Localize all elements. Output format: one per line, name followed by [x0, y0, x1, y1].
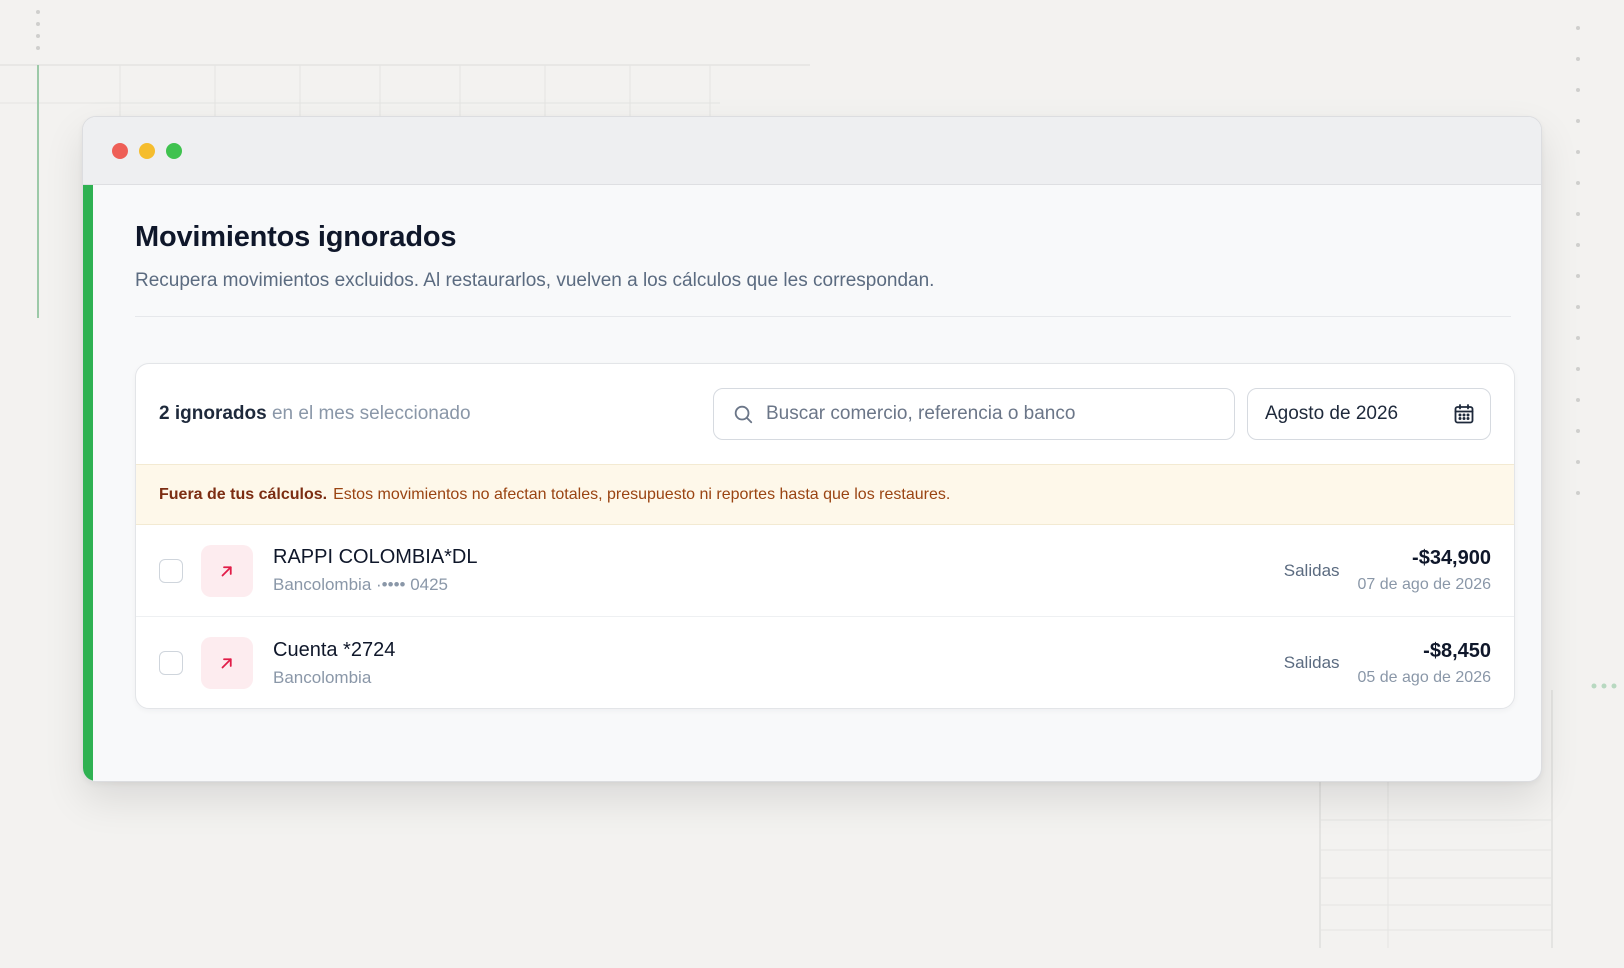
transaction-row[interactable]: Cuenta *2724 Bancolombia Salidas -$8,450…	[136, 617, 1514, 708]
app-window: Movimientos ignorados Recupera movimient…	[82, 116, 1542, 782]
ignored-count-value: 2 ignorados	[159, 403, 267, 424]
exclusion-notice: Fuera de tus cálculos. Estos movimientos…	[136, 464, 1514, 525]
account-label: Bancolombia	[273, 667, 372, 687]
transaction-amount: -$8,450	[1423, 639, 1491, 662]
page-title: Movimientos ignorados	[135, 221, 457, 253]
amount-info: -$8,450 05 de ago de 2026	[1358, 640, 1491, 687]
close-window-button[interactable]	[112, 142, 128, 159]
account-label: Bancolombia ·•••• 0425	[273, 575, 449, 594]
merchant-info: RAPPI COLOMBIA*DL Bancolombia ·•••• 0425	[273, 546, 478, 595]
row-checkbox[interactable]	[159, 651, 183, 675]
expense-icon-badge	[201, 544, 253, 597]
transaction-amount: -$34,900	[1412, 547, 1491, 569]
minimize-window-button[interactable]	[139, 142, 155, 159]
merchant-info: Cuenta *2724 Bancolombia	[273, 639, 395, 688]
divider	[135, 316, 1511, 317]
arrow-up-right-icon	[221, 565, 232, 576]
transaction-row[interactable]: RAPPI COLOMBIA*DL Bancolombia ·•••• 0425…	[136, 525, 1514, 617]
notice-title: Fuera de tus cálculos.	[159, 485, 328, 503]
search-input[interactable]: Buscar comercio, referencia o banco	[713, 388, 1235, 440]
card-header: 2 ignorados en el mes seleccionado Busca…	[136, 364, 1514, 464]
transaction-type: Salidas	[1283, 560, 1340, 580]
transaction-date: 07 de ago de 2026	[1357, 576, 1491, 593]
arrow-up-right-icon	[221, 658, 232, 669]
ignored-count-suffix: en el mes seleccionado	[271, 403, 471, 424]
month-picker-value: Agosto de 2026	[1265, 403, 1399, 424]
ignored-transactions-card: 2 ignorados en el mes seleccionado Busca…	[135, 363, 1515, 709]
accent-bar	[83, 185, 93, 781]
expense-icon-badge	[201, 637, 253, 689]
ignored-count: 2 ignorados en el mes seleccionado	[159, 403, 471, 425]
merchant-name: Cuenta *2724	[273, 638, 396, 661]
page-subtitle: Recupera movimientos excluidos. Al resta…	[135, 270, 935, 291]
transaction-type: Salidas	[1283, 653, 1340, 672]
merchant-name: RAPPI COLOMBIA*DL	[273, 546, 478, 568]
row-checkbox[interactable]	[159, 558, 183, 583]
notice-text: Estos movimientos no afectan totales, pr…	[333, 485, 951, 503]
month-picker[interactable]: Agosto de 2026	[1247, 388, 1491, 440]
main-content: Movimientos ignorados Recupera movimient…	[93, 185, 1541, 781]
title-bar	[83, 117, 1541, 185]
amount-info: -$34,900 07 de ago de 2026	[1358, 547, 1491, 594]
search-icon	[734, 405, 753, 424]
search-placeholder: Buscar comercio, referencia o banco	[766, 403, 1076, 424]
transaction-date: 05 de ago de 2026	[1357, 668, 1491, 686]
maximize-window-button[interactable]	[166, 142, 182, 159]
calendar-icon[interactable]	[1452, 402, 1476, 426]
